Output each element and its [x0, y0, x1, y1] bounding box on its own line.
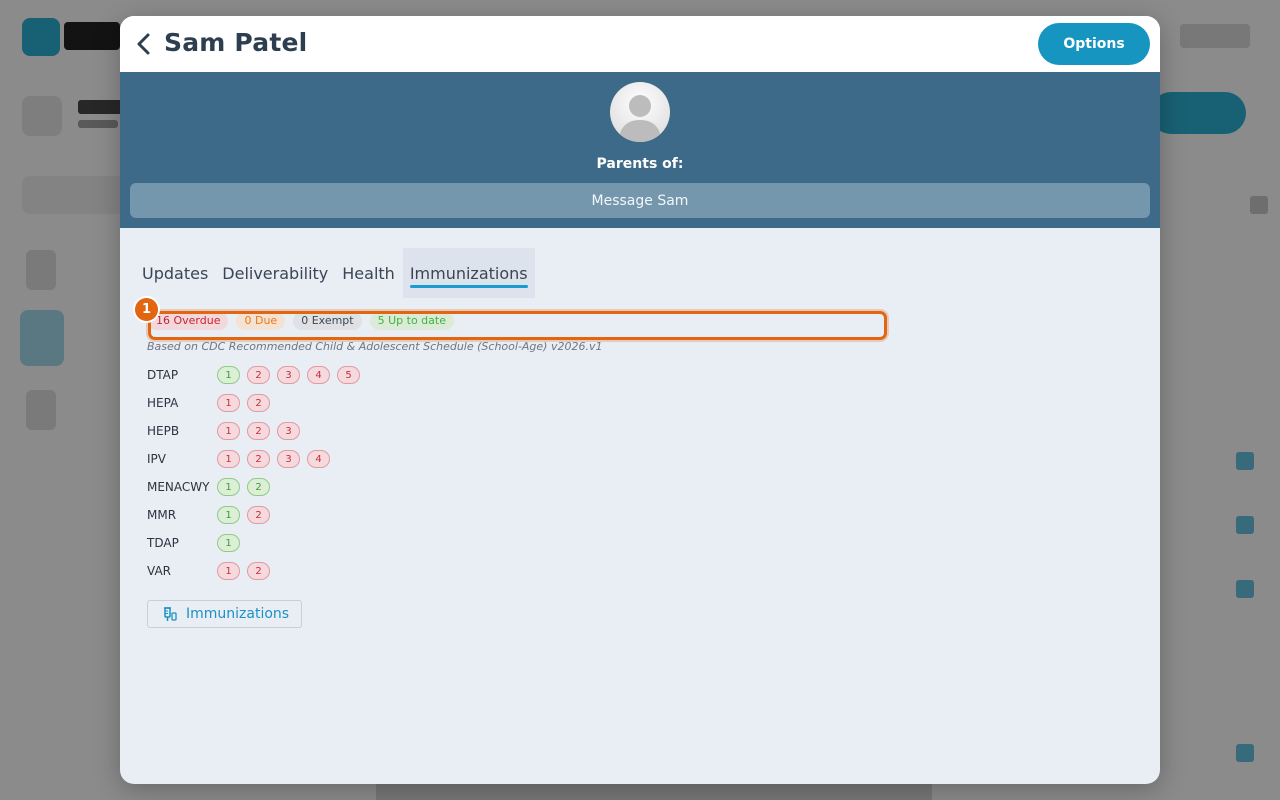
- dose-complete-badge[interactable]: 1: [217, 366, 240, 384]
- dose-overdue-badge[interactable]: 2: [247, 366, 270, 384]
- vaccine-name: DTAP: [147, 368, 179, 382]
- dose-overdue-badge[interactable]: 3: [277, 422, 300, 440]
- vaccine-row: HEPB 1 2 3: [147, 422, 360, 450]
- dose-complete-badge[interactable]: 1: [217, 478, 240, 496]
- vaccine-row: VAR 1 2: [147, 562, 360, 590]
- student-modal: Sam Patel Options Parents of: Message Sa…: [120, 16, 1160, 784]
- chevron-left-icon: [137, 33, 150, 55]
- dose-overdue-badge[interactable]: 1: [217, 422, 240, 440]
- dose-list: 12: [217, 394, 270, 412]
- dose-overdue-badge[interactable]: 5: [337, 366, 360, 384]
- dose-list: 123: [217, 422, 300, 440]
- dose-overdue-badge[interactable]: 2: [247, 422, 270, 440]
- active-tab-indicator: [409, 285, 528, 288]
- page-title: Sam Patel: [164, 28, 308, 57]
- syringe-icon: [164, 607, 177, 621]
- message-button[interactable]: Message Sam: [130, 183, 1150, 218]
- tab-bar: Updates Deliverability Health Immunizati…: [136, 248, 537, 298]
- tab-health[interactable]: Health: [336, 248, 401, 298]
- dose-overdue-badge[interactable]: 1: [217, 450, 240, 468]
- dose-list: 1234: [217, 450, 330, 468]
- avatar: [610, 82, 670, 142]
- tab-updates[interactable]: Updates: [136, 248, 214, 298]
- dose-overdue-badge[interactable]: 1: [217, 394, 240, 412]
- dose-overdue-badge[interactable]: 1: [217, 562, 240, 580]
- vaccine-row: HEPA 1 2: [147, 394, 360, 422]
- vaccine-name: VAR: [147, 564, 171, 578]
- dose-list: 12: [217, 506, 270, 524]
- dose-overdue-badge[interactable]: 2: [247, 506, 270, 524]
- vaccine-name: MMR: [147, 508, 177, 522]
- immunizations-button[interactable]: Immunizations: [147, 600, 302, 628]
- dose-list: 12: [217, 478, 270, 496]
- vaccine-name: MENACWY: [147, 480, 210, 494]
- dose-overdue-badge[interactable]: 4: [307, 450, 330, 468]
- dose-list: 12345: [217, 366, 360, 384]
- tab-deliverability[interactable]: Deliverability: [216, 248, 334, 298]
- tutorial-highlight: [148, 311, 887, 340]
- vaccine-name: HEPB: [147, 424, 180, 438]
- tab-immunizations[interactable]: Immunizations: [402, 248, 535, 298]
- user-silhouette-icon: [618, 95, 662, 142]
- back-button[interactable]: [130, 30, 158, 58]
- dose-list: 12: [217, 562, 270, 580]
- dose-overdue-badge[interactable]: 2: [247, 450, 270, 468]
- options-button[interactable]: Options: [1038, 23, 1150, 65]
- dose-overdue-badge[interactable]: 2: [247, 562, 270, 580]
- modal-header: Sam Patel Options: [120, 16, 1160, 72]
- vaccine-row: DTAP 1 2 3 4 5: [147, 366, 360, 394]
- vaccine-row: MENACWY 1 2: [147, 478, 360, 506]
- dose-overdue-badge[interactable]: 3: [277, 450, 300, 468]
- dose-list: 1: [217, 534, 240, 552]
- dose-complete-badge[interactable]: 1: [217, 506, 240, 524]
- vaccine-row: IPV 1 2 3 4: [147, 450, 360, 478]
- immunizations-button-label: Immunizations: [186, 606, 290, 622]
- vaccine-row: TDAP 1: [147, 534, 360, 562]
- schedule-note: Based on CDC Recommended Child & Adolesc…: [147, 340, 603, 353]
- vaccine-name: TDAP: [147, 536, 179, 550]
- dose-complete-badge[interactable]: 1: [217, 534, 240, 552]
- vaccine-name: HEPA: [147, 396, 179, 410]
- vaccine-row: MMR 1 2: [147, 506, 360, 534]
- vaccine-name: IPV: [147, 452, 166, 466]
- tutorial-step-marker: 1: [133, 296, 160, 323]
- dose-overdue-badge[interactable]: 4: [307, 366, 330, 384]
- dose-overdue-badge[interactable]: 2: [247, 394, 270, 412]
- profile-band: Parents of: Message Sam: [120, 72, 1160, 228]
- dose-overdue-badge[interactable]: 3: [277, 366, 300, 384]
- vaccine-list: DTAP 1 2 3 4 5 HEPA 1 2 HEPB 1 2 3 IPV 1 2 3 4 MENACWY 1 2 MM…: [147, 366, 360, 590]
- parents-of-label: Parents of:: [596, 156, 684, 172]
- dose-complete-badge[interactable]: 2: [247, 478, 270, 496]
